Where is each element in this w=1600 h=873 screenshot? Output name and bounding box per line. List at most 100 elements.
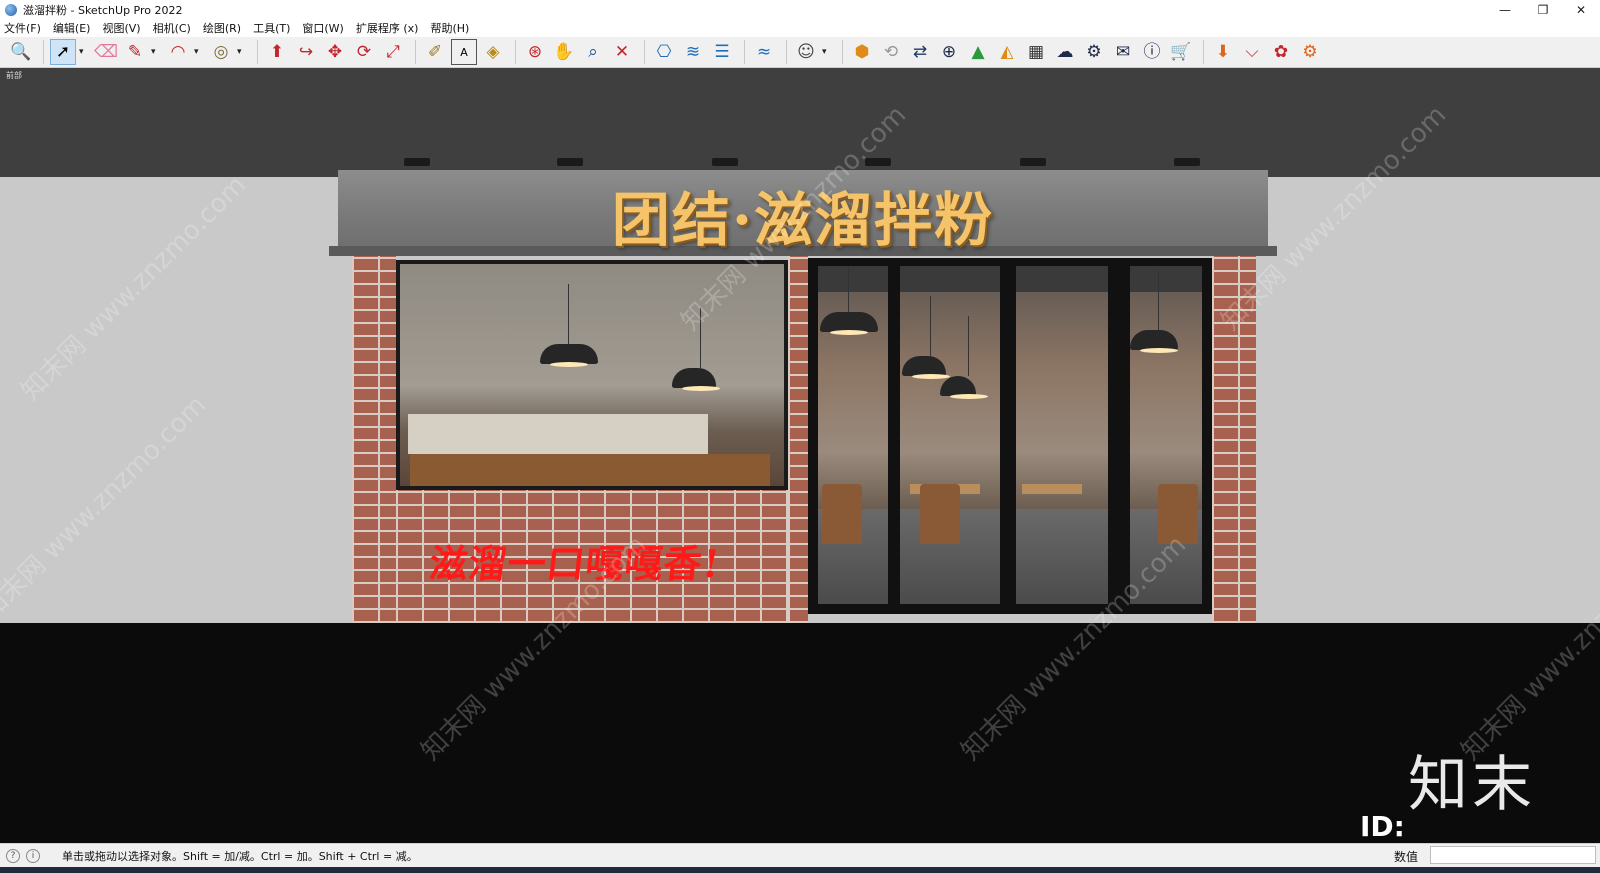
plugin-icon[interactable]: ✿	[1268, 39, 1294, 65]
arc-icon[interactable]: ◠	[165, 39, 191, 65]
zoom-icon[interactable]: 🔍	[8, 39, 34, 65]
measurements-label: 数值	[1394, 850, 1419, 864]
status-message: 单击或拖动以选择对象。Shift = 加/减。Ctrl = 加。Shift + …	[62, 849, 418, 863]
shape-icon[interactable]: ◎	[208, 39, 234, 65]
title-bar: 滋溜拌粉 - SketchUp Pro 2022 — ❐ ✕	[0, 0, 1600, 19]
restore-button[interactable]: ❐	[1524, 0, 1562, 19]
interior-table	[1022, 484, 1082, 494]
interior-tables	[410, 454, 770, 486]
reload-icon[interactable]: ⟲	[878, 39, 904, 65]
measurements-input[interactable]	[1430, 846, 1596, 864]
select-icon[interactable]: ➚	[50, 39, 76, 65]
menu-tools[interactable]: 工具(T)	[253, 20, 290, 36]
follow-me-icon[interactable]: ↪	[293, 39, 319, 65]
toolbar-divider	[744, 40, 745, 64]
brick-column-left	[352, 256, 396, 623]
roof-icon[interactable]: ◭	[994, 39, 1020, 65]
menu-help[interactable]: 帮助(H)	[430, 20, 469, 36]
rotate-icon[interactable]: ⟳	[351, 39, 377, 65]
toolbar-divider	[415, 40, 416, 64]
arc-dropdown-icon[interactable]: ▾	[194, 47, 202, 57]
warehouse-icon[interactable]: ⎔	[651, 39, 677, 65]
interior-floor	[1016, 509, 1108, 604]
pendant-lamp	[820, 266, 878, 335]
sketchup-window: 滋溜拌粉 - SketchUp Pro 2022 — ❐ ✕ 文件(F) 编辑(…	[0, 0, 1600, 873]
settings-icon[interactable]: ⚙	[1297, 39, 1323, 65]
layers-icon[interactable]: ☰	[709, 39, 735, 65]
menu-bar: 文件(F) 编辑(E) 视图(V) 相机(C) 绘图(R) 工具(T) 窗口(W…	[0, 19, 1600, 37]
move-icon[interactable]: ✥	[322, 39, 348, 65]
pendant-lamp	[1130, 270, 1178, 353]
fold-icon[interactable]: ⌵	[1239, 39, 1265, 65]
spotlight-fixture	[712, 158, 738, 166]
spotlight-fixture	[557, 158, 583, 166]
zoom-window-icon[interactable]: ⌕	[580, 39, 606, 65]
menu-draw[interactable]: 绘图(R)	[203, 20, 241, 36]
eraser-icon[interactable]: ⌫	[93, 39, 119, 65]
text-icon[interactable]: A	[451, 39, 477, 65]
pan-icon[interactable]: ✋	[551, 39, 577, 65]
zoom-extents-icon[interactable]: ✕	[609, 39, 635, 65]
push-pull-icon[interactable]: ⬆	[264, 39, 290, 65]
toolbar-divider	[515, 40, 516, 64]
scene-tab[interactable]: 前部	[6, 70, 22, 81]
tree-icon[interactable]: ▲	[965, 39, 991, 65]
transfer-icon[interactable]: ⇄	[907, 39, 933, 65]
door-pane	[900, 266, 1000, 604]
tape-measure-icon[interactable]: ✐	[422, 39, 448, 65]
taskbar-strip	[0, 867, 1600, 873]
pattern-icon[interactable]: ▦	[1023, 39, 1049, 65]
geo-location-icon[interactable]: ?	[6, 848, 20, 863]
door-pane	[1016, 266, 1108, 604]
pencil-dropdown-icon[interactable]: ▾	[151, 47, 159, 57]
styles-icon[interactable]: ≈	[751, 39, 777, 65]
pencil-icon[interactable]: ✎	[122, 39, 148, 65]
mail-icon[interactable]: ✉	[1110, 39, 1136, 65]
toolbar-divider	[43, 40, 44, 64]
extension-icon[interactable]: ⬢	[849, 39, 875, 65]
menu-edit[interactable]: 编辑(E)	[53, 20, 91, 36]
info-icon[interactable]: ⓘ	[1139, 39, 1165, 65]
sketchup-logo-icon	[5, 3, 17, 16]
pendant-lamp	[672, 308, 720, 391]
add-icon[interactable]: ⊕	[936, 39, 962, 65]
user-icon[interactable]: ☺	[793, 39, 819, 65]
shape-dropdown-icon[interactable]: ▾	[237, 47, 245, 57]
scale-icon[interactable]: ⤢	[380, 39, 406, 65]
interior-chair	[920, 484, 960, 544]
drawing-viewport[interactable]: 前部 团结·滋溜拌粉 滋溜一口嘎嘎香! 知末网 www.znzmo.com 知末…	[0, 68, 1600, 843]
credits-icon[interactable]: i	[26, 848, 40, 863]
orbit-icon[interactable]: ⊛	[522, 39, 548, 65]
spotlight-fixture	[1174, 158, 1200, 166]
door-pane	[818, 266, 888, 604]
pendant-lamp	[940, 316, 988, 399]
ceiling-pipes	[818, 266, 888, 292]
minimize-button[interactable]: —	[1486, 0, 1524, 19]
menu-file[interactable]: 文件(F)	[4, 20, 41, 36]
window-title: 滋溜拌粉 - SketchUp Pro 2022	[23, 3, 183, 17]
menu-view[interactable]: 视图(V)	[102, 20, 140, 36]
brick-column-middle	[788, 256, 808, 623]
paint-bucket-icon[interactable]: ◈	[480, 39, 506, 65]
interior-bench	[408, 414, 708, 454]
toolbar-divider	[644, 40, 645, 64]
section-icon[interactable]: ≋	[680, 39, 706, 65]
user-dropdown-icon[interactable]: ▾	[822, 47, 830, 57]
cart-icon[interactable]: 🛒	[1168, 39, 1194, 65]
cloud-icon[interactable]: ☁	[1052, 39, 1078, 65]
gear-icon[interactable]: ⚙	[1081, 39, 1107, 65]
menu-window[interactable]: 窗口(W)	[302, 20, 343, 36]
toolbar-divider	[842, 40, 843, 64]
toolbar-divider	[1203, 40, 1204, 64]
close-button[interactable]: ✕	[1562, 0, 1600, 19]
window-controls: — ❐ ✕	[1486, 0, 1600, 19]
toolbar-divider	[786, 40, 787, 64]
model-id: ID: 1173618191	[1360, 810, 1405, 843]
menu-extensions[interactable]: 扩展程序 (x)	[356, 20, 419, 36]
select-dropdown-icon[interactable]: ▾	[79, 47, 87, 57]
interior-chair	[822, 484, 862, 544]
menu-camera[interactable]: 相机(C)	[153, 20, 191, 36]
spotlight-fixture	[1020, 158, 1046, 166]
ceiling-pipes	[1016, 266, 1108, 292]
download-icon[interactable]: ⬇	[1210, 39, 1236, 65]
